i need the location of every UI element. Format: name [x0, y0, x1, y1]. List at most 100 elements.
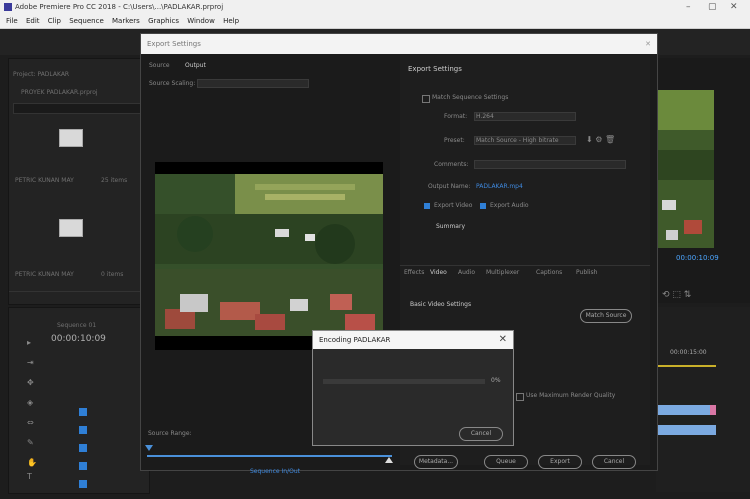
divider	[400, 265, 650, 266]
queue-button[interactable]: Queue	[484, 455, 528, 469]
max-render-checkbox[interactable]	[516, 393, 524, 401]
audio-clip[interactable]	[656, 425, 716, 435]
title-bar: Adobe Premiere Pro CC 2018 - C:\Users\..…	[0, 0, 750, 14]
close-button[interactable]: ✕	[730, 0, 738, 14]
close-icon[interactable]: ✕	[645, 34, 651, 54]
timeline-panel: Sequence 01 00:00:10:09 ▸ ⇥ ✥ ◈ ⇔ ✎ ✋ T	[8, 307, 150, 494]
tab-captions[interactable]: Captions	[536, 269, 562, 276]
sequence-tab[interactable]: Sequence 01	[57, 322, 96, 329]
clip-name: PETRIC KUNAN MAY	[15, 271, 74, 278]
encoding-title: Encoding PADLAKAR	[319, 336, 391, 344]
comments-input[interactable]	[474, 160, 626, 169]
work-area-bar[interactable]	[656, 365, 716, 367]
track-toggle[interactable]	[79, 462, 87, 470]
program-monitor-image	[656, 90, 714, 248]
metadata-button[interactable]: Metadata...	[414, 455, 458, 469]
ripple-edit-icon[interactable]: ✥	[27, 378, 37, 388]
project-tab[interactable]: Project: PADLAKAR	[13, 71, 69, 78]
match-sequence-label: Match Sequence Settings	[432, 94, 509, 101]
minimize-button[interactable]: –	[686, 0, 691, 14]
summary-heading[interactable]: Summary	[436, 223, 465, 230]
aerial-village-image	[155, 174, 383, 336]
menu-help[interactable]: Help	[223, 17, 239, 25]
app-icon	[4, 3, 12, 11]
track-select-icon[interactable]: ⇥	[27, 358, 37, 368]
export-video-label: Export Video	[434, 202, 473, 209]
cancel-button[interactable]: Cancel	[459, 427, 503, 441]
match-sequence-checkbox[interactable]	[422, 95, 430, 103]
export-button[interactable]: Export	[538, 455, 582, 469]
sequence-time: 00:00:15:00	[670, 349, 707, 356]
video-clip-end[interactable]	[710, 405, 716, 415]
tab-source[interactable]: Source	[149, 62, 170, 69]
timeline-timecode[interactable]: 00:00:10:09	[51, 334, 106, 344]
pen-tool-icon[interactable]: ✎	[27, 438, 37, 448]
source-range-label: Source Range:	[148, 430, 192, 437]
menu-graphics[interactable]: Graphics	[148, 17, 179, 25]
export-video-checkbox[interactable]	[424, 203, 430, 209]
menu-bar: File Edit Clip Sequence Markers Graphics…	[0, 14, 750, 29]
scrubber[interactable]	[145, 445, 393, 465]
monitor-timecode[interactable]: 00:00:10:09	[676, 254, 719, 262]
clip-count: 0 items	[101, 271, 124, 278]
menu-window[interactable]: Window	[187, 17, 215, 25]
export-audio-checkbox[interactable]	[480, 203, 486, 209]
basic-video-heading: Basic Video Settings	[410, 301, 472, 308]
track-toggle[interactable]	[79, 444, 87, 452]
tab-multiplexer[interactable]: Multiplexer	[486, 269, 519, 276]
menu-edit[interactable]: Edit	[26, 17, 40, 25]
out-point-icon[interactable]	[385, 457, 393, 463]
clip-count: 25 items	[101, 177, 128, 184]
encoding-dialog-header: Encoding PADLAKAR ✕	[313, 331, 513, 349]
track-toggle[interactable]	[79, 408, 87, 416]
type-tool-icon[interactable]: T	[27, 472, 37, 482]
video-preview	[155, 162, 383, 350]
project-panel: Project: PADLAKAR PROYEK PADLAKAR.prproj…	[8, 58, 150, 305]
divider	[9, 291, 149, 292]
tab-publish[interactable]: Publish	[576, 269, 597, 276]
match-source-button[interactable]: Match Source	[580, 309, 632, 323]
encoding-dialog: Encoding PADLAKAR ✕ 0% Cancel	[312, 330, 514, 446]
project-search-input[interactable]	[13, 103, 145, 114]
export-settings-heading: Export Settings	[408, 65, 462, 73]
video-clip[interactable]	[656, 405, 710, 415]
playhead-icon[interactable]	[145, 445, 153, 451]
selection-tool-icon[interactable]: ▸	[27, 338, 37, 348]
source-scaling-select[interactable]	[197, 79, 309, 88]
slip-tool-icon[interactable]: ⇔	[27, 418, 37, 428]
menu-file[interactable]: File	[6, 17, 18, 25]
preset-actions-icon[interactable]: ⬇ ⚙ 🗑	[586, 135, 615, 144]
timeline-tracks: 00:00:15:00	[656, 307, 750, 492]
output-name-label: Output Name:	[428, 183, 471, 190]
export-dialog-title: Export Settings	[147, 40, 201, 48]
comments-label: Comments:	[434, 161, 469, 168]
maximize-button[interactable]: ▢	[708, 0, 717, 14]
export-audio-label: Export Audio	[490, 202, 529, 209]
track-toggle[interactable]	[79, 480, 87, 488]
format-value: H.264	[476, 113, 494, 120]
close-icon[interactable]: ✕	[499, 331, 507, 349]
format-label: Format:	[444, 113, 468, 120]
tab-audio[interactable]: Audio	[458, 269, 475, 276]
max-render-label: Use Maximum Render Quality	[526, 392, 616, 399]
scrubber-track[interactable]	[147, 455, 392, 457]
menu-clip[interactable]: Clip	[48, 17, 61, 25]
track-toggle[interactable]	[79, 426, 87, 434]
menu-sequence[interactable]: Sequence	[69, 17, 104, 25]
tab-video[interactable]: Video	[430, 269, 447, 276]
clip-thumbnail[interactable]	[59, 219, 83, 237]
output-name-link[interactable]: PADLAKAR.mp4	[476, 183, 523, 190]
razor-tool-icon[interactable]: ◈	[27, 398, 37, 408]
source-range-value[interactable]: Sequence In/Out	[250, 468, 300, 475]
tab-effects[interactable]: Effects	[404, 269, 424, 276]
preset-label: Preset:	[444, 137, 465, 144]
monitor-controls-icon[interactable]: ⟲ ⬚ ⇅	[662, 290, 691, 300]
export-dialog-header: Export Settings ✕	[141, 34, 657, 54]
tab-output[interactable]: Output	[185, 62, 206, 69]
window-title: Adobe Premiere Pro CC 2018 - C:\Users\..…	[15, 3, 224, 11]
program-monitor: 00:00:10:09 ⟲ ⬚ ⇅	[656, 58, 750, 303]
clip-thumbnail[interactable]	[59, 129, 83, 147]
menu-markers[interactable]: Markers	[112, 17, 140, 25]
cancel-export-button[interactable]: Cancel	[592, 455, 636, 469]
hand-tool-icon[interactable]: ✋	[27, 458, 37, 468]
